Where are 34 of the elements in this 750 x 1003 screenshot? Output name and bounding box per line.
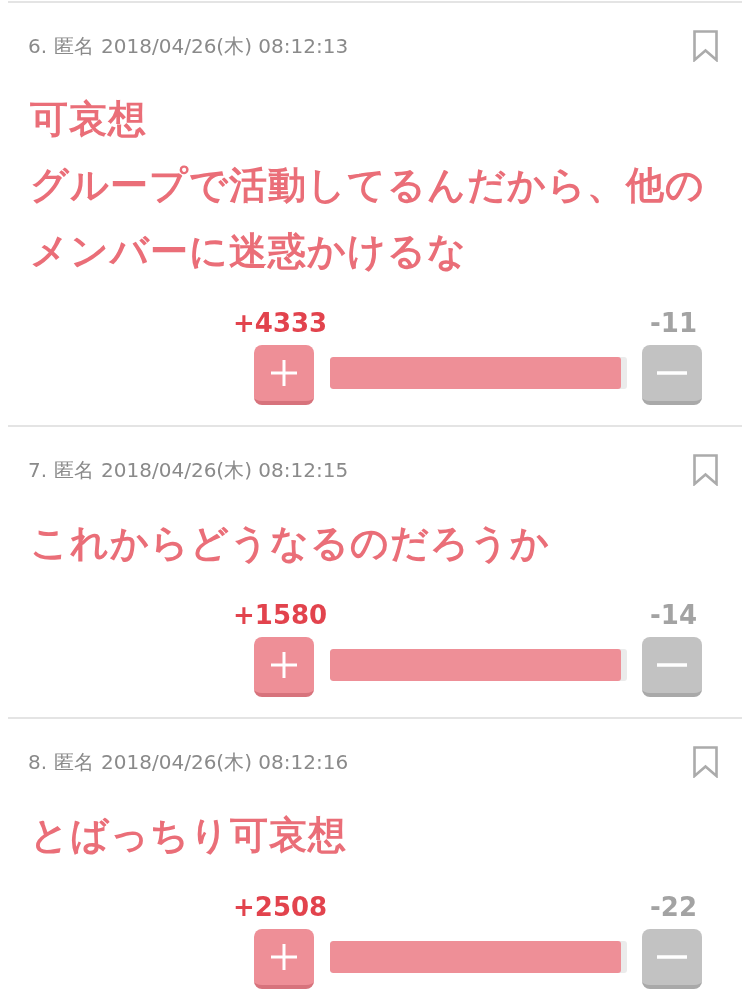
post-number: 6.: [28, 36, 48, 56]
downvote-count: -22: [650, 894, 697, 920]
downvote-button[interactable]: [642, 637, 702, 697]
minus-icon: [657, 955, 687, 959]
minus-icon: [657, 371, 687, 375]
bookmark-icon[interactable]: [693, 454, 718, 486]
upvote-button[interactable]: [254, 929, 314, 989]
upvote-count: +1580: [233, 602, 328, 628]
plus-icon: [271, 360, 297, 386]
downvote-count: -11: [650, 310, 697, 336]
bookmark-icon[interactable]: [693, 30, 718, 62]
post-timestamp: 2018/04/26(木) 08:12:13: [101, 36, 349, 56]
comment-text: とばっちり可哀想: [30, 812, 348, 859]
author-name: 匿名: [54, 752, 95, 772]
upvote-button[interactable]: [254, 345, 314, 405]
upvote-button[interactable]: [254, 637, 314, 697]
upvote-count: +4333: [233, 310, 328, 336]
plus-icon: [271, 944, 297, 970]
downvote-count: -14: [650, 602, 697, 628]
bookmark-icon[interactable]: [693, 746, 718, 778]
comment-text: これからどうなるのだろうか: [30, 520, 551, 567]
minus-icon: [657, 663, 687, 667]
downvote-button[interactable]: [642, 345, 702, 405]
upvote-count: +2508: [233, 894, 328, 920]
post-number: 7.: [28, 460, 48, 480]
post-timestamp: 2018/04/26(木) 08:12:16: [101, 752, 349, 772]
plus-icon: [271, 652, 297, 678]
downvote-button[interactable]: [642, 929, 702, 989]
comment-text: グループで活動してるんだから、他のメンバーに迷惑かけるな: [30, 162, 706, 275]
post-number: 8.: [28, 752, 48, 772]
author-name: 匿名: [54, 36, 95, 56]
post-timestamp: 2018/04/26(木) 08:12:15: [101, 460, 349, 480]
comment-text: 可哀想: [30, 96, 148, 143]
author-name: 匿名: [54, 460, 95, 480]
